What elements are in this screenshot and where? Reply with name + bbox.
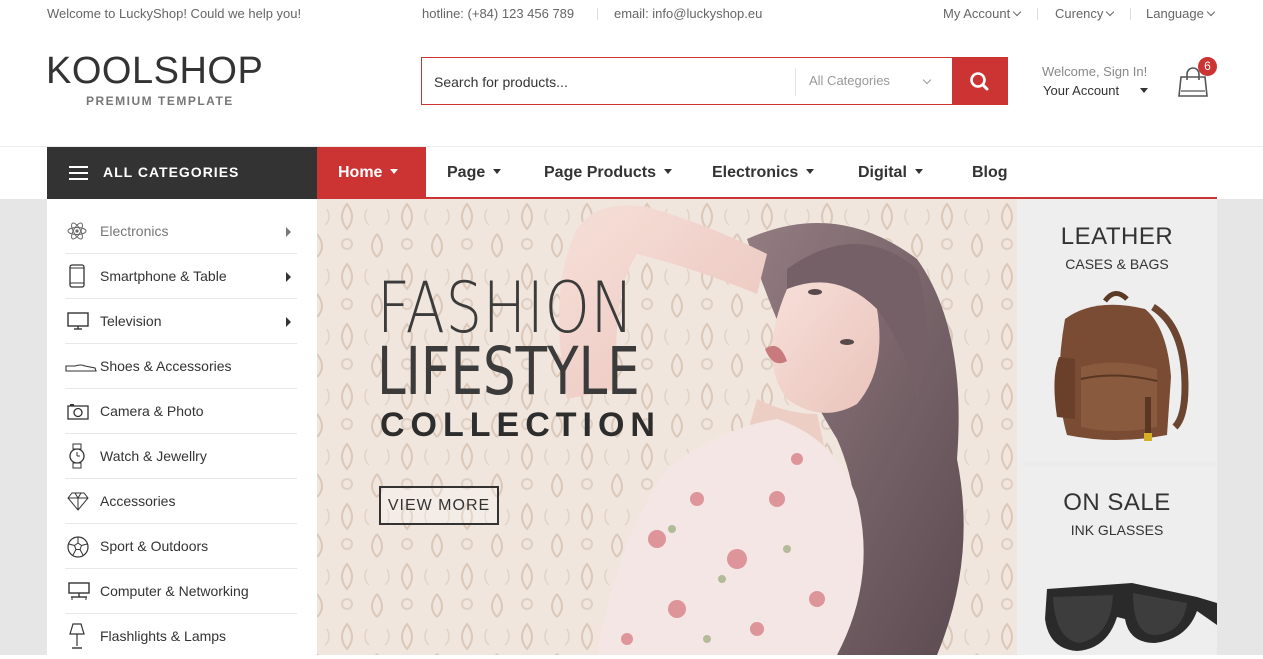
promo-subtitle: CASES & BAGS (1065, 256, 1169, 272)
caret-down-icon (390, 169, 399, 174)
category-item-computer[interactable]: Computer & Networking (65, 569, 297, 614)
shoe-icon (65, 364, 97, 372)
nav-item-blog[interactable]: Blog (972, 147, 1008, 199)
category-label: Television (100, 313, 162, 329)
divider (1037, 8, 1038, 20)
all-categories-button[interactable]: ALL CATEGORIES (47, 147, 317, 199)
nav-item-digital[interactable]: Digital (858, 147, 923, 199)
account-greeting[interactable]: Welcome, Sign In! (1042, 64, 1147, 79)
account-link[interactable]: Your Account (1043, 83, 1119, 98)
category-item-lamps[interactable]: Flashlights & Lamps (65, 614, 297, 659)
search-button[interactable] (952, 58, 1007, 104)
watch-icon (69, 443, 85, 469)
category-item-camera[interactable]: Camera & Photo (65, 389, 297, 434)
chevron-right-icon (286, 272, 291, 282)
lamp-icon (69, 623, 85, 649)
search-icon (970, 72, 989, 91)
view-more-button[interactable]: VIEW MORE (379, 486, 499, 525)
category-label: Shoes & Accessories (100, 358, 232, 374)
backpack-image (1054, 291, 1189, 441)
category-select[interactable]: All Categories (809, 73, 890, 88)
menu-icon (69, 166, 88, 180)
currency-label: Curency (1055, 6, 1104, 21)
nav-item-page[interactable]: Page (447, 147, 502, 199)
category-label: Watch & Jewellry (100, 448, 207, 464)
category-label: Flashlights & Lamps (100, 628, 227, 644)
email-link[interactable]: email: info@luckyshop.eu (614, 6, 762, 21)
football-icon (67, 536, 89, 558)
category-item-accessories[interactable]: Accessories (65, 479, 297, 524)
hero-banner[interactable]: FASHION LIFESTYLE COLLECTION VIEW MORE (317, 199, 1017, 655)
nav-item-page-products[interactable]: Page Products (544, 147, 673, 199)
logo-tagline: PREMIUM TEMPLATE (86, 94, 234, 108)
search-input[interactable] (434, 70, 784, 94)
category-item-electronics[interactable]: Electronics (65, 209, 297, 254)
chevron-right-icon (286, 317, 291, 327)
category-label: Smartphone & Table (100, 268, 227, 284)
promo-subtitle: INK GLASSES (1070, 522, 1164, 538)
logo[interactable]: KOOLSHOP (46, 50, 263, 93)
hotline-text: hotline: (+84) 123 456 789 (422, 6, 575, 21)
nav-label: Page Products (544, 164, 657, 181)
nav-label: Electronics (712, 164, 799, 181)
promo-leather[interactable]: LEATHER CASES & BAGS (1017, 199, 1217, 463)
divider (1130, 8, 1131, 20)
nav-item-electronics[interactable]: Electronics (712, 147, 815, 199)
welcome-text: Welcome to LuckyShop! Could we help you! (47, 6, 302, 21)
category-item-watch[interactable]: Watch & Jewellry (65, 434, 297, 479)
category-item-sport[interactable]: Sport & Outdoors (65, 524, 297, 569)
caret-down-icon (493, 169, 502, 174)
search-bar: All Categories (421, 57, 1008, 105)
promo-title: LEATHER (1060, 223, 1174, 250)
chevron-right-icon (286, 227, 291, 237)
caret-down-icon (914, 169, 923, 174)
cart-count-badge: 6 (1198, 57, 1217, 76)
category-item-shoes[interactable]: Shoes & Accessories (65, 344, 297, 389)
computer-icon (68, 582, 90, 600)
divider (597, 8, 598, 20)
promo-title: ON SALE (1063, 489, 1171, 516)
my-account-label: My Account (943, 6, 1011, 21)
chevron-down-icon (1106, 7, 1115, 17)
caret-down-icon (1140, 88, 1148, 93)
caret-down-icon (806, 169, 815, 174)
sunglasses-image (1045, 583, 1217, 651)
nav-label: Home (338, 164, 383, 181)
top-bar: Welcome to LuckyShop! Could we help you!… (0, 0, 1263, 28)
atom-icon (67, 222, 87, 240)
nav-label: Blog (972, 164, 1008, 181)
chevron-down-icon (1012, 7, 1022, 17)
category-label: Camera & Photo (100, 403, 204, 419)
television-icon (67, 312, 89, 330)
chevron-down-icon (1206, 7, 1216, 17)
category-label: Sport & Outdoors (100, 538, 209, 554)
category-label: Electronics (100, 223, 169, 239)
divider (795, 68, 796, 96)
smartphone-icon (69, 264, 85, 288)
banner-title-line2: LIFESTYLE (377, 333, 640, 410)
currency-menu[interactable]: Curency (1055, 6, 1115, 21)
camera-icon (67, 404, 89, 420)
all-categories-label: ALL CATEGORIES (103, 164, 240, 180)
banner-title-line3: COLLECTION (380, 406, 661, 444)
nav-label: Digital (858, 164, 907, 181)
category-label: Accessories (100, 493, 176, 509)
promo-column: LEATHER CASES & BAGS ON SALE INK GLASSES (1017, 199, 1217, 655)
category-sidebar: Electronics Smartphone & Table Televisio… (47, 199, 317, 655)
language-menu[interactable]: Language (1146, 6, 1216, 21)
category-label: Computer & Networking (100, 583, 249, 599)
nav-item-home[interactable]: Home (317, 147, 426, 199)
nav-label: Page (447, 164, 486, 181)
chevron-down-icon (922, 75, 932, 85)
main-nav: Home Page Page Products Electronics Digi… (317, 147, 1217, 199)
my-account-menu[interactable]: My Account (943, 6, 1022, 21)
language-label: Language (1146, 6, 1204, 21)
diamond-icon (67, 492, 89, 511)
category-item-television[interactable]: Television (65, 299, 297, 344)
promo-sale[interactable]: ON SALE INK GLASSES (1017, 465, 1217, 655)
caret-down-icon (664, 169, 673, 174)
category-item-smartphone[interactable]: Smartphone & Table (65, 254, 297, 299)
